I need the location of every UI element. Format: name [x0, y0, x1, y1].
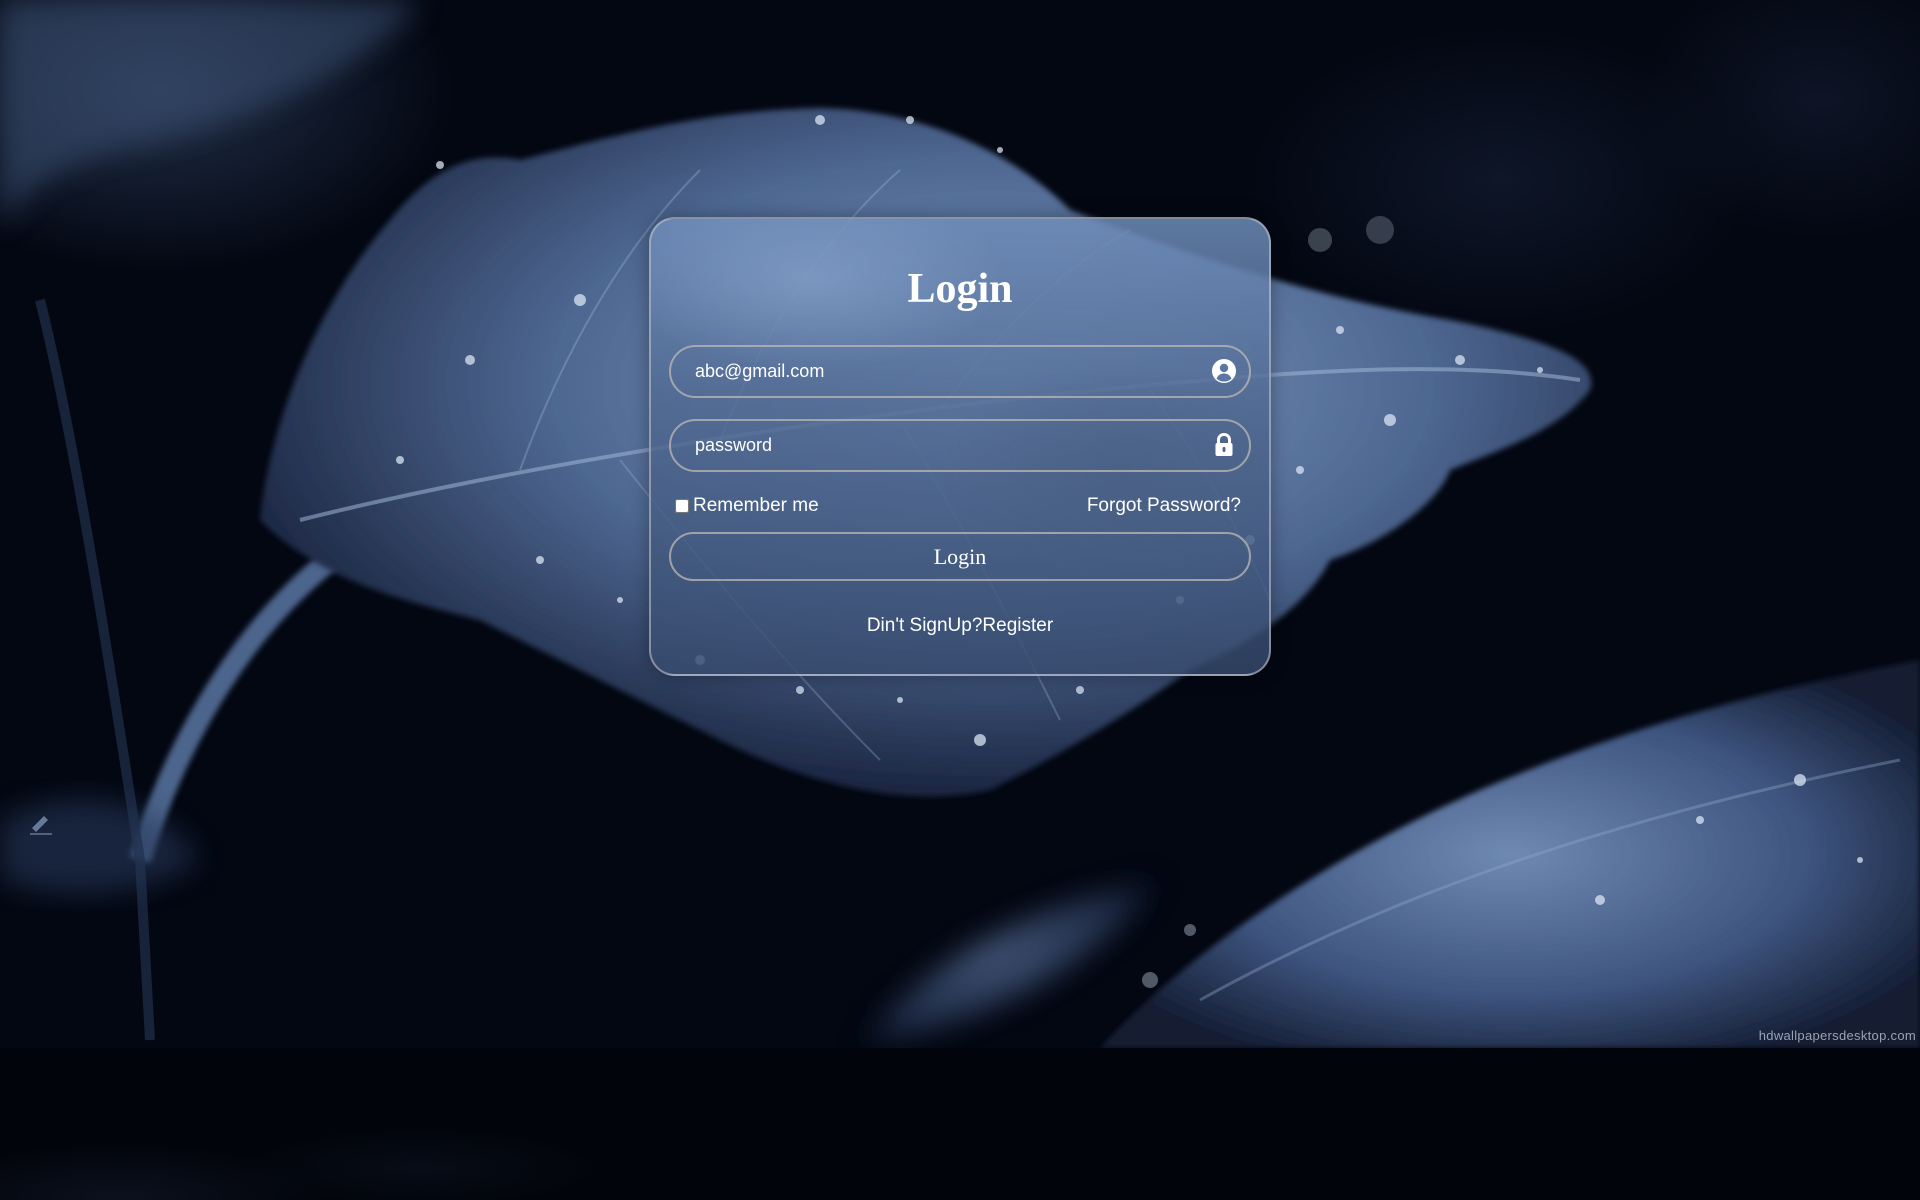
forgot-password-link[interactable]: Forgot Password?	[1087, 495, 1241, 517]
remember-me-checkbox[interactable]	[675, 499, 689, 513]
background-lower-band	[0, 1048, 1920, 1200]
wallpaper-watermark: hdwallpapersdesktop.com	[1758, 1028, 1916, 1043]
register-link[interactable]: Register	[982, 615, 1053, 636]
email-field-container	[669, 345, 1251, 398]
password-field-container	[669, 419, 1251, 472]
password-input[interactable]	[695, 421, 1175, 470]
lock-icon	[1215, 432, 1233, 456]
remember-me[interactable]: Remember me	[675, 495, 819, 517]
register-prompt: Din't SignUp?Register	[651, 615, 1269, 637]
tool-logo-icon	[30, 816, 52, 835]
login-button[interactable]: Login	[669, 532, 1251, 581]
login-options-row: Remember me Forgot Password?	[675, 495, 1241, 519]
email-input[interactable]	[695, 347, 1175, 396]
login-card: Login Remember me Forgot Password?	[649, 217, 1271, 676]
page: hdwallpapersdesktop.com Login Remember m…	[0, 0, 1920, 1200]
register-prompt-text: Din't SignUp?	[866, 615, 983, 636]
login-title: Login	[907, 266, 1013, 312]
remember-me-label: Remember me	[693, 495, 819, 516]
user-circle-icon	[1212, 359, 1236, 383]
